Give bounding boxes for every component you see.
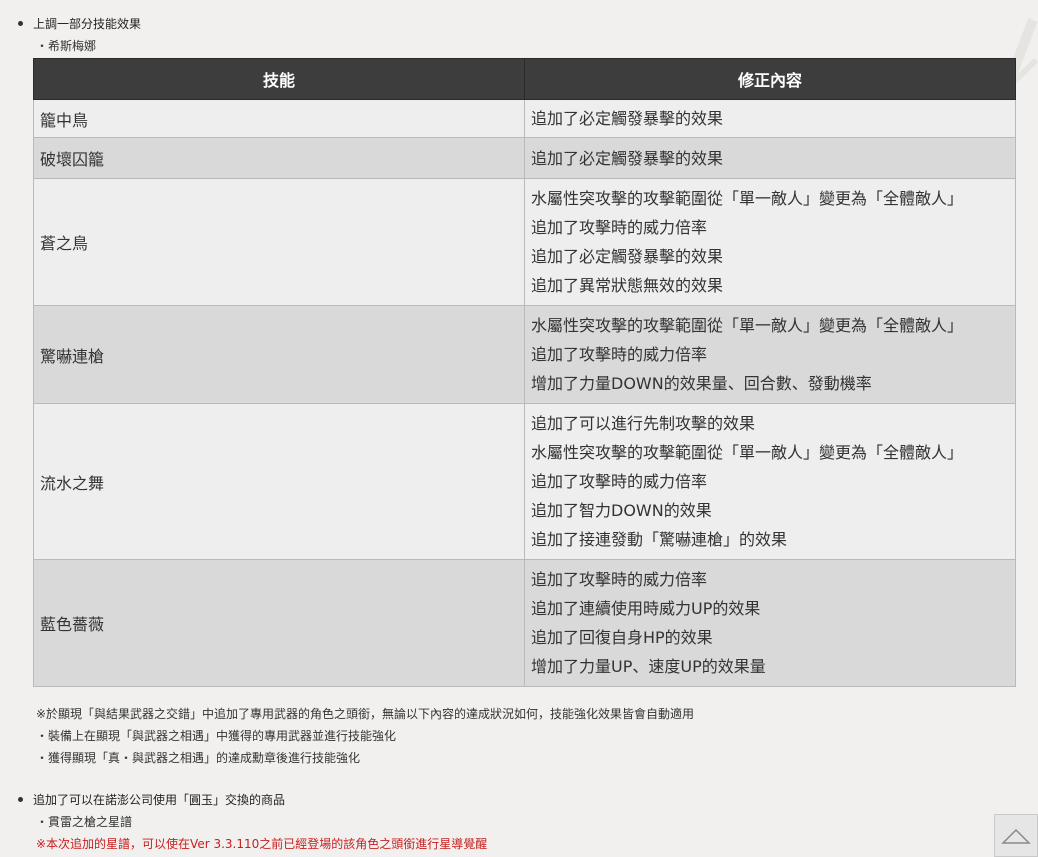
effects-cell: 追加了必定觸發暴擊的效果: [524, 137, 1016, 179]
effect-line: 追加了攻擊時的威力倍率: [531, 570, 708, 589]
table-row: 籠中鳥 追加了必定觸發暴擊的效果: [33, 99, 1016, 138]
effect-line: 增加了力量UP、速度UP的效果量: [531, 657, 766, 676]
skill-name-cell: 藍色薔薇: [33, 559, 525, 687]
effect-line: 增加了力量DOWN的效果量、回合數、發動機率: [531, 374, 872, 393]
skill-table: 技能 修正內容 籠中鳥 追加了必定觸發暴擊的效果 破壞囚籠 追加了必定觸發暴擊的效果蒼…: [33, 58, 1016, 687]
table-row: 驚嚇連槍 水屬性突攻擊的攻擊範圍從「單一敵人」變更為「全體敵人」 追加了攻擊時的威力…: [33, 305, 1016, 404]
triangle-up-icon: [1001, 828, 1031, 844]
section2-bullet: 追加了可以在諾澎公司使用「圓玉」交換的商品: [18, 792, 285, 808]
skill-name-cell: 籠中鳥: [33, 99, 525, 138]
note-line: ・獲得顯現「真・與武器之相遇」的達成勳章後進行技能強化: [36, 751, 361, 765]
table-row: 蒼之鳥 水屬性突攻擊的攻擊範圍從「單一敵人」變更為「全體敵人」 追加了攻擊時的威力倍…: [33, 178, 1016, 306]
section2-title: 追加了可以在諾澎公司使用「圓玉」交換的商品: [33, 793, 286, 807]
header-changes: 修正內容: [524, 58, 1016, 100]
item-name: ・貫雷之槍之星譜: [36, 815, 133, 829]
effect-line: 追加了可以進行先制攻擊的效果: [531, 414, 756, 433]
header-skill: 技能: [33, 58, 525, 100]
section1-bullet: 上調一部分技能效果: [18, 16, 141, 32]
red-note: ※本次追加的星譜，可以使在Ver 3.3.110之前已經登場的該角色之頭銜進行星…: [36, 837, 488, 851]
effect-line: 追加了必定觸發暴擊的效果: [531, 109, 724, 128]
skill-name-cell: 蒼之鳥: [33, 178, 525, 306]
effect-line: 追加了攻擊時的威力倍率: [531, 345, 708, 364]
skill-name-cell: 破壞囚籠: [33, 137, 525, 179]
table-row: 破壞囚籠 追加了必定觸發暴擊的效果: [33, 137, 1016, 179]
effect-line: 追加了必定觸發暴擊的效果: [531, 148, 724, 168]
effects-cell: 追加了必定觸發暴擊的效果: [524, 99, 1016, 138]
note-line: ・裝備上在顯現「與武器之相遇」中獲得的專用武器並進行技能強化: [36, 729, 397, 743]
effects-cell: 水屬性突攻擊的攻擊範圍從「單一敵人」變更為「全體敵人」 追加了攻擊時的威力倍率增加…: [524, 305, 1016, 404]
skill-name-cell: 流水之舞: [33, 403, 525, 560]
table-row: 藍色薔薇 追加了攻擊時的威力倍率追加了連續使用時威力UP的效果 追加了回復自身HP的…: [33, 559, 1016, 687]
effect-line: 追加了回復自身HP的效果: [531, 628, 713, 647]
effects-cell: 水屬性突攻擊的攻擊範圍從「單一敵人」變更為「全體敵人」 追加了攻擊時的威力倍率 追加…: [524, 178, 1016, 306]
table-row: 流水之舞 追加了可以進行先制攻擊的效果水屬性突攻擊的攻擊範圍從「單一敵人」變更為「…: [33, 403, 1016, 560]
effect-line: 追加了必定觸發暴擊的效果: [531, 247, 724, 266]
effect-line: 追加了接連發動「驚嚇連槍」的效果: [531, 530, 788, 549]
table-body: 籠中鳥 追加了必定觸發暴擊的效果 破壞囚籠 追加了必定觸發暴擊的效果 蒼之鳥 水屬性突攻擊…: [33, 99, 1016, 687]
effect-line: 追加了攻擊時的威力倍率: [531, 472, 708, 491]
bullet-dot: [18, 21, 23, 26]
character-name: ・希斯梅娜: [36, 39, 97, 53]
skill-name-cell: 驚嚇連槍: [33, 305, 525, 404]
scroll-top-button[interactable]: [994, 814, 1038, 857]
effect-line: 水屬性突攻擊的攻擊範圍從「單一敵人」變更為「全體敵人」: [531, 189, 964, 208]
effect-line: 追加了連續使用時威力UP的效果: [531, 599, 761, 618]
effect-line: 水屬性突攻擊的攻擊範圍從「單一敵人」變更為「全體敵人」: [531, 316, 964, 335]
effects-cell: 追加了攻擊時的威力倍率追加了連續使用時威力UP的效果 追加了回復自身HP的效果增加…: [524, 559, 1016, 687]
section1-title: 上調一部分技能效果: [33, 17, 142, 31]
effect-line: 追加了智力DOWN的效果: [531, 501, 712, 520]
effect-line: 追加了攻擊時的威力倍率: [531, 218, 708, 237]
effect-line: 水屬性突攻擊的攻擊範圍從「單一敵人」變更為「全體敵人」: [531, 443, 964, 462]
effects-cell: 追加了可以進行先制攻擊的效果水屬性突攻擊的攻擊範圍從「單一敵人」變更為「全體敵人…: [524, 403, 1016, 560]
bullet-dot: [18, 797, 23, 802]
note-line: ※於顯現「與結果武器之交錯」中追加了專用武器的角色之頭銜，無論以下內容的達成狀況…: [36, 707, 695, 721]
effect-line: 追加了異常狀態無效的效果: [531, 276, 724, 295]
